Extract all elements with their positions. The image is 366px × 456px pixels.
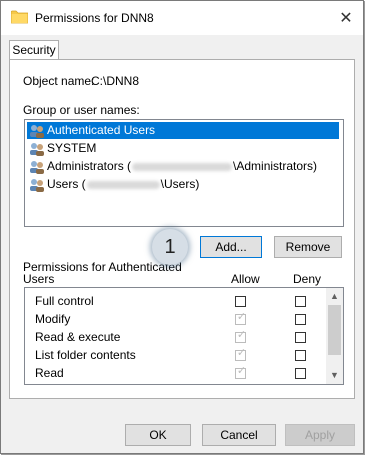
checkmark-icon: ✓	[236, 347, 247, 359]
permissions-list: Full control Modify ✓ Read & execute ✓ List f…	[24, 287, 344, 385]
apply-button[interactable]: Apply	[285, 424, 355, 446]
list-item-prefix: Users (	[47, 177, 86, 191]
group-names-label: Group or user names:	[23, 103, 140, 117]
users-group-icon	[30, 142, 44, 156]
scroll-down-icon[interactable]: ▼	[326, 367, 343, 384]
allow-checkbox[interactable]: ✓	[235, 365, 247, 379]
checkmark-icon: ✓	[236, 365, 247, 377]
permission-name: Read & execute	[35, 330, 121, 344]
scroll-up-icon[interactable]: ▲	[326, 288, 343, 305]
window-title: Permissions for DNN8	[35, 11, 154, 25]
remove-button[interactable]: Remove	[274, 236, 342, 258]
deny-checkbox[interactable]	[295, 296, 306, 307]
deny-checkbox[interactable]	[295, 314, 306, 325]
redacted-machine-name	[132, 162, 233, 171]
tab-security[interactable]: Security	[9, 40, 59, 60]
users-group-icon	[30, 160, 44, 174]
users-group-icon	[30, 178, 44, 192]
folder-icon	[11, 10, 28, 24]
deny-checkbox[interactable]	[295, 350, 306, 361]
permissions-scrollbar[interactable]: ▲ ▼	[326, 288, 343, 384]
object-name-label: Object name:	[23, 74, 95, 88]
step-callout-badge: 1	[152, 229, 188, 265]
users-group-icon	[30, 124, 44, 138]
allow-column-header: Allow	[231, 272, 260, 286]
redacted-machine-name	[86, 180, 160, 189]
allow-checkbox[interactable]: ✓	[235, 347, 247, 361]
permissions-label-line2: Users	[23, 272, 55, 286]
permission-name: Read	[35, 366, 64, 380]
deny-column-header: Deny	[293, 272, 322, 286]
permissions-dialog: Permissions for DNN8 ✕ Security Object n…	[0, 0, 364, 454]
title-bar: Permissions for DNN8 ✕	[1, 1, 363, 35]
permission-name: Full control	[35, 294, 94, 308]
security-panel: Object name: C:\DNN8 Group or user names…	[9, 59, 355, 399]
allow-checkbox[interactable]: ✓	[235, 329, 247, 343]
list-item-prefix: Administrators (	[47, 159, 132, 173]
scrollbar-thumb[interactable]	[328, 305, 341, 355]
deny-checkbox[interactable]	[295, 332, 306, 343]
object-name-value: C:\DNN8	[91, 74, 140, 88]
permission-name: List folder contents	[35, 348, 136, 362]
list-item-suffix: \Users)	[160, 177, 200, 191]
list-item-authenticated-users[interactable]: Authenticated Users	[27, 122, 339, 139]
list-item-users[interactable]: Users ( \Users)	[29, 176, 199, 193]
list-item-label: Authenticated Users	[47, 123, 156, 137]
list-item-suffix: \Administrators)	[233, 159, 318, 173]
list-item-system[interactable]: SYSTEM	[29, 140, 96, 157]
close-button[interactable]: ✕	[335, 7, 357, 29]
list-item-label: SYSTEM	[47, 141, 97, 155]
allow-checkbox[interactable]: ✓	[235, 311, 247, 325]
list-item-administrators[interactable]: Administrators ( \Administrators)	[29, 158, 317, 175]
cancel-button[interactable]: Cancel	[202, 424, 276, 446]
ok-button[interactable]: OK	[125, 424, 191, 446]
close-icon: ✕	[339, 10, 353, 27]
add-button[interactable]: Add...	[200, 236, 262, 258]
group-user-list[interactable]: Authenticated Users SYSTEM Administrator…	[24, 119, 344, 227]
permission-name: Modify	[35, 312, 71, 326]
checkmark-icon: ✓	[236, 311, 247, 323]
deny-checkbox[interactable]	[295, 368, 306, 379]
allow-checkbox[interactable]	[235, 296, 246, 307]
checkmark-icon: ✓	[236, 329, 247, 341]
